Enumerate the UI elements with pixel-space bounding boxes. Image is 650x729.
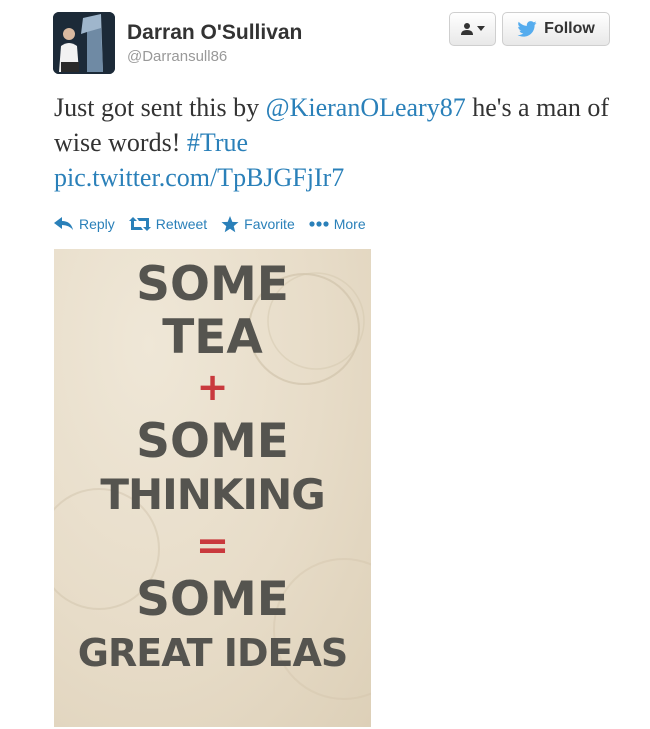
person-icon — [461, 23, 473, 35]
more-label: More — [333, 216, 366, 232]
tweet-text: Just got sent this by @KieranOLeary87 he… — [54, 90, 624, 195]
twitter-bird-icon — [517, 21, 537, 37]
author-handle[interactable]: @Darransull86 — [127, 48, 302, 66]
poster-plus: + — [196, 365, 229, 409]
tweet-actions: Reply Retweet Favorite More — [54, 213, 380, 235]
avatar-image — [53, 12, 115, 74]
poster-line: SOME — [136, 257, 289, 312]
mention-link[interactable]: @KieranOLeary87 — [266, 93, 466, 122]
more-button[interactable]: More — [309, 216, 366, 232]
retweet-icon — [128, 217, 151, 231]
retweet-button[interactable]: Retweet — [128, 216, 208, 232]
poster-line: THINKING — [100, 470, 325, 519]
poster-equals: = — [195, 523, 230, 569]
favorite-label: Favorite — [244, 216, 295, 232]
follow-label: Follow — [544, 20, 595, 37]
reply-label: Reply — [79, 216, 115, 232]
tweet-photo[interactable]: SOME TEA + SOME THINKING = SOME GREAT ID… — [54, 249, 371, 727]
author-name[interactable]: Darran O'Sullivan — [127, 21, 302, 45]
hashtag-link[interactable]: #True — [187, 128, 248, 157]
avatar[interactable] — [53, 12, 115, 74]
caret-down-icon — [477, 26, 485, 31]
poster-line: SOME — [136, 414, 289, 469]
poster-line: SOME — [136, 572, 289, 627]
reply-icon — [54, 217, 73, 230]
media-link[interactable]: pic.twitter.com/TpBJGFjIr7 — [54, 163, 344, 192]
more-dots-icon — [309, 221, 329, 227]
star-icon — [221, 215, 239, 232]
reply-button[interactable]: Reply — [54, 216, 115, 232]
follow-button[interactable]: Follow — [502, 12, 610, 46]
poster-line: GREAT IDEAS — [77, 631, 348, 675]
user-actions-dropdown[interactable] — [449, 12, 496, 46]
author-block: Darran O'Sullivan @Darransull86 — [127, 21, 302, 66]
favorite-button[interactable]: Favorite — [221, 215, 295, 233]
tweet-text-part: Just got sent this by — [54, 93, 266, 122]
poster-line: TEA — [162, 310, 263, 365]
retweet-label: Retweet — [155, 216, 208, 232]
